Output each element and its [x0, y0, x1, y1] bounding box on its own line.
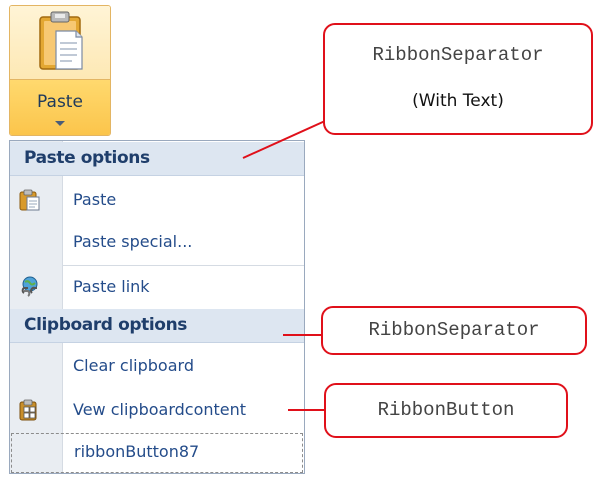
callout-title: RibbonButton: [377, 399, 515, 421]
callout-separator-with-text: RibbonSeparator (With Text): [323, 23, 593, 135]
callout-subtitle: (With Text): [412, 91, 504, 111]
callout-separator: RibbonSeparator: [321, 306, 587, 355]
connector-separator-with-text: [242, 120, 326, 159]
callout-button: RibbonButton: [324, 383, 568, 438]
callout-title: RibbonSeparator: [372, 44, 544, 66]
callout-title: RibbonSeparator: [368, 319, 540, 341]
